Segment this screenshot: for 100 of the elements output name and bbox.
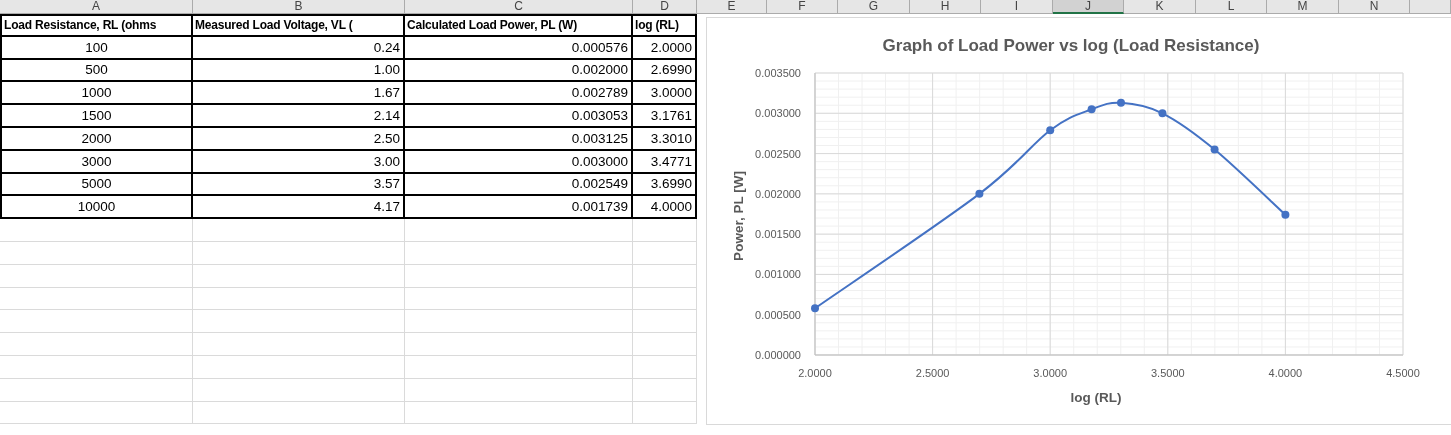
axis-tick-label: 0.003500 bbox=[755, 67, 801, 79]
table-cell[interactable]: 0.003053 bbox=[405, 105, 633, 128]
empty-cell[interactable] bbox=[0, 241, 193, 265]
table-cell[interactable]: 0.000576 bbox=[405, 36, 633, 60]
column-heading[interactable]: Calculated Load Power, PL (W) bbox=[405, 14, 633, 37]
axis-tick-label: 0.003000 bbox=[755, 107, 801, 120]
empty-cell[interactable] bbox=[405, 264, 633, 288]
column-header[interactable]: I bbox=[981, 0, 1053, 14]
empty-cell[interactable] bbox=[0, 310, 193, 334]
empty-cell[interactable] bbox=[633, 378, 697, 402]
empty-cell[interactable] bbox=[193, 264, 405, 288]
table-cell[interactable]: 3.4771 bbox=[633, 150, 697, 174]
empty-cell[interactable] bbox=[0, 378, 193, 402]
table-cell[interactable]: 0.003125 bbox=[405, 128, 633, 151]
axis-tick-label: 2.0000 bbox=[798, 367, 832, 379]
column-heading[interactable]: log (RL) bbox=[633, 14, 697, 37]
table-cell[interactable]: 3000 bbox=[0, 150, 193, 174]
table-cell[interactable]: 3.1761 bbox=[633, 105, 697, 128]
axis-tick-label: 0.000500 bbox=[755, 308, 801, 321]
data-point bbox=[1087, 105, 1096, 114]
column-header[interactable]: A bbox=[0, 0, 193, 14]
empty-cell[interactable] bbox=[193, 310, 405, 334]
empty-cell[interactable] bbox=[0, 264, 193, 288]
table-cell[interactable]: 2.0000 bbox=[633, 36, 697, 60]
data-point bbox=[975, 189, 984, 198]
table-cell[interactable]: 100 bbox=[0, 36, 193, 60]
empty-cell[interactable] bbox=[405, 355, 633, 379]
empty-cell[interactable] bbox=[633, 241, 697, 265]
axis-tick-label: 3.0000 bbox=[1033, 367, 1068, 379]
table-cell[interactable]: 4.0000 bbox=[633, 196, 697, 220]
empty-cell[interactable] bbox=[193, 378, 405, 402]
empty-cell[interactable] bbox=[193, 355, 405, 379]
axis-title: log (RL) bbox=[1070, 390, 1122, 405]
empty-cell[interactable] bbox=[0, 401, 193, 425]
empty-cell[interactable] bbox=[193, 287, 405, 311]
table-cell[interactable]: 500 bbox=[0, 59, 193, 83]
column-header[interactable]: G bbox=[838, 0, 910, 14]
empty-cell[interactable] bbox=[405, 287, 633, 311]
table-cell[interactable]: 2.50 bbox=[193, 128, 405, 151]
column-header[interactable]: J bbox=[1053, 0, 1124, 14]
table-cell[interactable]: 1.00 bbox=[193, 59, 405, 83]
column-header[interactable]: M bbox=[1267, 0, 1339, 14]
column-header[interactable]: B bbox=[193, 0, 405, 14]
empty-cell[interactable] bbox=[405, 219, 633, 242]
table-cell[interactable]: 3.57 bbox=[193, 173, 405, 197]
table-cell[interactable]: 2.6990 bbox=[633, 59, 697, 83]
table-cell[interactable]: 0.24 bbox=[193, 36, 405, 60]
chart-title: Graph of Load Power vs log (Load Resistance) bbox=[882, 36, 1260, 55]
table-cell[interactable]: 0.002000 bbox=[405, 59, 633, 83]
table-cell[interactable]: 4.17 bbox=[193, 196, 405, 220]
column-header[interactable]: N bbox=[1339, 0, 1410, 14]
empty-cell[interactable] bbox=[0, 287, 193, 311]
empty-cell[interactable] bbox=[405, 241, 633, 265]
table-cell[interactable]: 10000 bbox=[0, 196, 193, 220]
table-cell[interactable]: 2000 bbox=[0, 128, 193, 151]
empty-cell[interactable] bbox=[633, 401, 697, 425]
empty-cell[interactable] bbox=[193, 333, 405, 356]
table-cell[interactable]: 3.00 bbox=[193, 150, 405, 174]
column-heading[interactable]: Measured Load Voltage, VL ( bbox=[193, 14, 405, 37]
empty-cell[interactable] bbox=[405, 401, 633, 425]
table-cell[interactable]: 0.002549 bbox=[405, 173, 633, 197]
column-heading[interactable]: Load Resistance, RL (ohms bbox=[0, 14, 193, 37]
table-cell[interactable]: 1500 bbox=[0, 105, 193, 128]
axis-tick-label: 0.002000 bbox=[755, 187, 801, 200]
empty-cell[interactable] bbox=[633, 219, 697, 242]
table-cell[interactable]: 0.003000 bbox=[405, 150, 633, 174]
empty-cell[interactable] bbox=[193, 219, 405, 242]
empty-cell[interactable] bbox=[405, 378, 633, 402]
empty-cell[interactable] bbox=[405, 310, 633, 334]
table-cell[interactable]: 0.001739 bbox=[405, 196, 633, 220]
column-header[interactable]: C bbox=[405, 0, 633, 14]
empty-cell[interactable] bbox=[405, 333, 633, 356]
data-point bbox=[1210, 145, 1219, 154]
table-cell[interactable]: 3.3010 bbox=[633, 128, 697, 151]
column-header[interactable]: K bbox=[1124, 0, 1196, 14]
empty-cell[interactable] bbox=[193, 401, 405, 425]
empty-cell[interactable] bbox=[0, 219, 193, 242]
axis-tick-label: 2.5000 bbox=[915, 367, 950, 379]
table-cell[interactable]: 5000 bbox=[0, 173, 193, 197]
empty-cell[interactable] bbox=[633, 333, 697, 356]
empty-cell[interactable] bbox=[633, 264, 697, 288]
table-cell[interactable]: 3.0000 bbox=[633, 82, 697, 106]
table-cell[interactable]: 3.6990 bbox=[633, 173, 697, 197]
column-header[interactable]: E bbox=[697, 0, 767, 14]
table-cell[interactable]: 0.002789 bbox=[405, 82, 633, 106]
column-header[interactable]: H bbox=[910, 0, 981, 14]
table-cell[interactable]: 2.14 bbox=[193, 105, 405, 128]
empty-cell[interactable] bbox=[0, 355, 193, 379]
empty-cell[interactable] bbox=[633, 355, 697, 379]
column-header[interactable]: F bbox=[767, 0, 838, 14]
column-header[interactable]: D bbox=[633, 0, 697, 14]
empty-cell[interactable] bbox=[633, 310, 697, 334]
empty-cell[interactable] bbox=[0, 333, 193, 356]
axis-tick-label: 3.5000 bbox=[1150, 367, 1185, 379]
empty-cell[interactable] bbox=[633, 287, 697, 311]
empty-cell[interactable] bbox=[193, 241, 405, 265]
column-header[interactable]: L bbox=[1196, 0, 1267, 14]
table-cell[interactable]: 1000 bbox=[0, 82, 193, 106]
column-header[interactable] bbox=[1410, 0, 1451, 14]
table-cell[interactable]: 1.67 bbox=[193, 82, 405, 106]
